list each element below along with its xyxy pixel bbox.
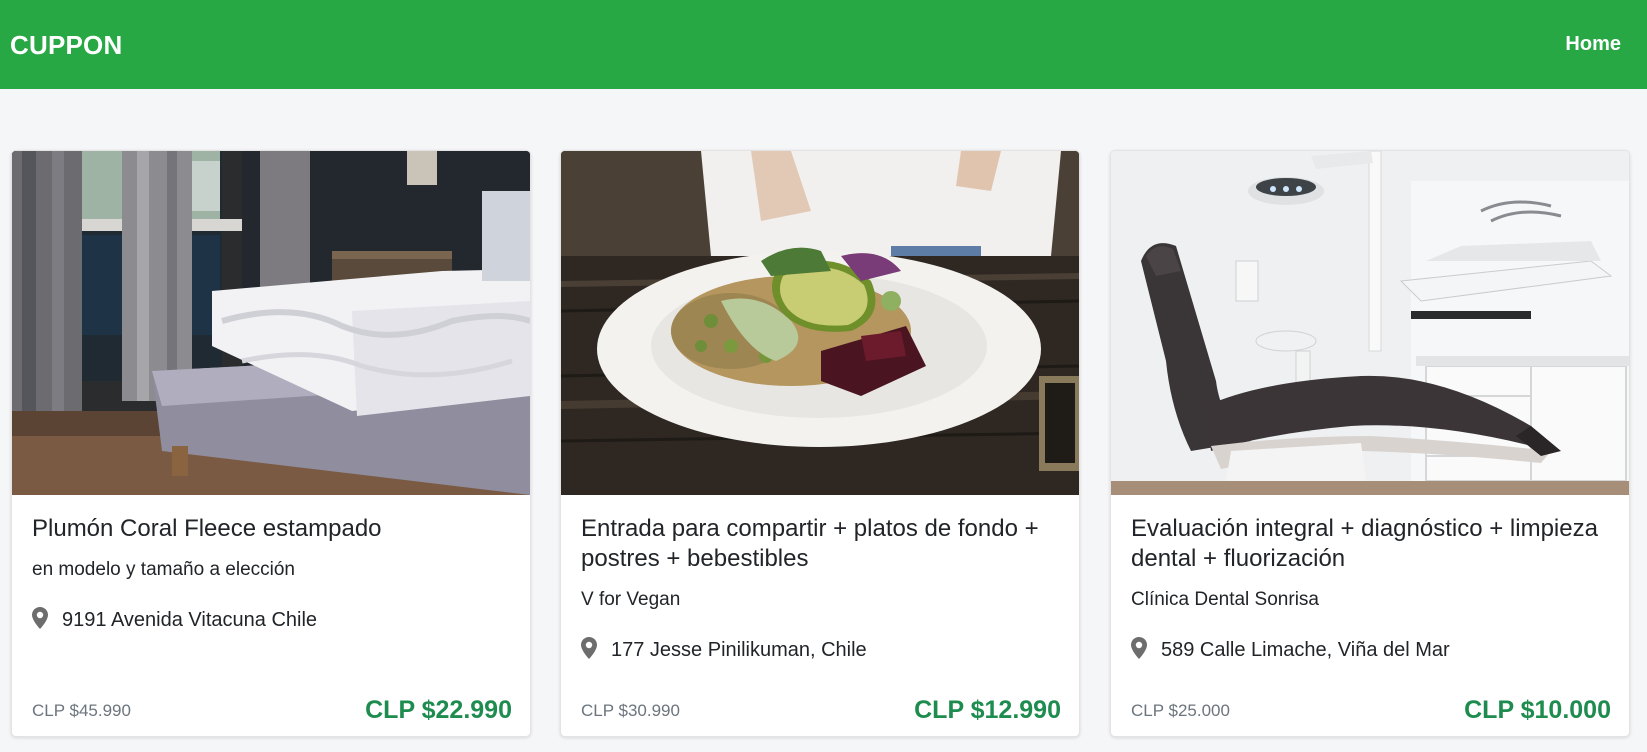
deal-address: 9191 Avenida Vitacuna Chile bbox=[32, 607, 317, 632]
deal-address-text: 589 Calle Limache, Viña del Mar bbox=[1161, 639, 1450, 661]
deal-subtitle: V for Vegan bbox=[581, 589, 681, 610]
location-pin-icon bbox=[581, 637, 597, 659]
deal-title[interactable]: Entrada para compartir + platos de fondo… bbox=[581, 514, 1063, 574]
deal-title[interactable]: Plumón Coral Fleece estampado bbox=[32, 514, 514, 544]
deal-title[interactable]: Evaluación integral + diagnóstico + limp… bbox=[1131, 514, 1613, 574]
deal-subtitle: Clínica Dental Sonrisa bbox=[1131, 589, 1319, 610]
deal-address-text: 9191 Avenida Vitacuna Chile bbox=[62, 609, 318, 631]
deal-image-bedroom[interactable] bbox=[12, 151, 530, 495]
location-pin-icon bbox=[32, 607, 48, 629]
deal-address: 177 Jesse Pinilikuman, Chile bbox=[581, 637, 867, 662]
nav-home-link[interactable]: Home bbox=[1565, 31, 1621, 57]
deal-image-vegan-plate[interactable] bbox=[561, 151, 1079, 495]
deal-address: 589 Calle Limache, Viña del Mar bbox=[1131, 637, 1450, 662]
brand-logo[interactable]: CUPPON bbox=[10, 30, 122, 60]
deal-image-dental-chair[interactable] bbox=[1111, 151, 1629, 495]
deal-card-2[interactable]: Entrada para compartir + platos de fondo… bbox=[560, 150, 1080, 737]
deal-price: CLP $12.990 bbox=[914, 696, 1061, 724]
deal-original-price: CLP $45.990 bbox=[32, 701, 131, 720]
deal-address-text: 177 Jesse Pinilikuman, Chile bbox=[611, 639, 867, 661]
deal-price: CLP $22.990 bbox=[365, 696, 512, 724]
deal-card-1[interactable]: Plumón Coral Fleece estampado en modelo … bbox=[11, 150, 531, 737]
deal-original-price: CLP $30.990 bbox=[581, 701, 680, 720]
deal-card-3[interactable]: Evaluación integral + diagnóstico + limp… bbox=[1110, 150, 1630, 737]
location-pin-icon bbox=[1131, 637, 1147, 659]
navbar: CUPPON Home bbox=[0, 0, 1647, 89]
deal-subtitle: en modelo y tamaño a elección bbox=[32, 559, 295, 580]
deal-price: CLP $10.000 bbox=[1464, 696, 1611, 724]
deal-original-price: CLP $25.000 bbox=[1131, 701, 1230, 720]
